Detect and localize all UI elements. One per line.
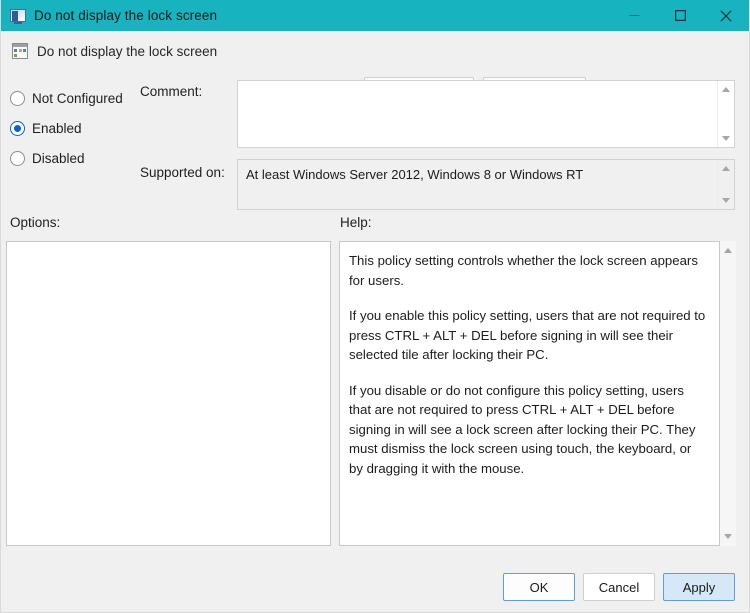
close-icon <box>720 10 732 22</box>
radio-not-configured[interactable]: Not Configured <box>10 83 135 113</box>
help-paragraph: If you disable or do not configure this … <box>349 381 708 479</box>
comment-text[interactable] <box>238 81 717 147</box>
maximize-icon <box>675 10 686 21</box>
scroll-up-icon[interactable] <box>722 166 730 171</box>
comment-label: Comment: <box>140 84 202 99</box>
scroll-down-icon[interactable] <box>722 198 730 203</box>
radio-disabled-indicator <box>10 151 25 166</box>
scroll-down-icon[interactable] <box>722 136 730 141</box>
group-policy-setting-icon <box>12 43 28 59</box>
supported-on-scrollbar[interactable] <box>717 160 734 209</box>
setting-title-group: Do not display the lock screen <box>12 43 217 59</box>
dialog-header: Do not display the lock screen Previous … <box>1 31 749 79</box>
window-title: Do not display the lock screen <box>34 8 217 23</box>
help-text: This policy setting controls whether the… <box>340 242 719 545</box>
policy-state-radio-group: Not Configured Enabled Disabled <box>10 83 135 173</box>
cancel-button[interactable]: Cancel <box>583 573 655 601</box>
options-pane[interactable] <box>6 241 331 546</box>
radio-not-configured-label: Not Configured <box>32 91 123 106</box>
radio-enabled-indicator <box>10 121 25 136</box>
scroll-down-icon[interactable] <box>724 534 732 539</box>
scroll-up-icon[interactable] <box>722 87 730 92</box>
help-scrollbar[interactable] <box>720 241 736 546</box>
radio-disabled[interactable]: Disabled <box>10 143 135 173</box>
options-pane-content <box>7 242 330 254</box>
radio-not-configured-indicator <box>10 91 25 106</box>
pane-container: This policy setting controls whether the… <box>1 241 749 560</box>
maximize-button[interactable] <box>657 0 703 31</box>
window-controls <box>611 0 749 31</box>
minimize-button[interactable] <box>611 0 657 31</box>
help-paragraph: If you enable this policy setting, users… <box>349 306 708 365</box>
supported-on-field: At least Windows Server 2012, Windows 8 … <box>237 159 735 210</box>
setting-form-area: Not Configured Enabled Disabled Comment:… <box>1 79 749 213</box>
close-button[interactable] <box>703 0 749 31</box>
supported-on-text: At least Windows Server 2012, Windows 8 … <box>238 160 717 209</box>
ok-button[interactable]: OK <box>503 573 575 601</box>
dialog-footer: OK Cancel Apply <box>1 560 749 612</box>
page-title: Do not display the lock screen <box>37 44 217 59</box>
help-paragraph: This policy setting controls whether the… <box>349 251 708 290</box>
radio-enabled-label: Enabled <box>32 121 82 136</box>
policy-monitor-icon <box>10 8 26 24</box>
apply-button[interactable]: Apply <box>663 573 735 601</box>
options-label: Options: <box>10 215 60 230</box>
help-pane: This policy setting controls whether the… <box>339 241 720 546</box>
comment-scrollbar[interactable] <box>717 81 734 147</box>
help-label: Help: <box>340 215 372 230</box>
dialog-actions: OK Cancel Apply <box>503 573 735 601</box>
comment-field[interactable] <box>237 80 735 148</box>
title-bar: Do not display the lock screen <box>1 0 749 31</box>
pane-labels: Options: Help: <box>1 213 749 241</box>
radio-disabled-label: Disabled <box>32 151 85 166</box>
radio-enabled[interactable]: Enabled <box>10 113 135 143</box>
scroll-up-icon[interactable] <box>724 248 732 253</box>
minimize-icon <box>629 10 640 21</box>
supported-on-label: Supported on: <box>140 165 225 180</box>
policy-setting-dialog: Do not display the lock screen <box>0 0 750 613</box>
